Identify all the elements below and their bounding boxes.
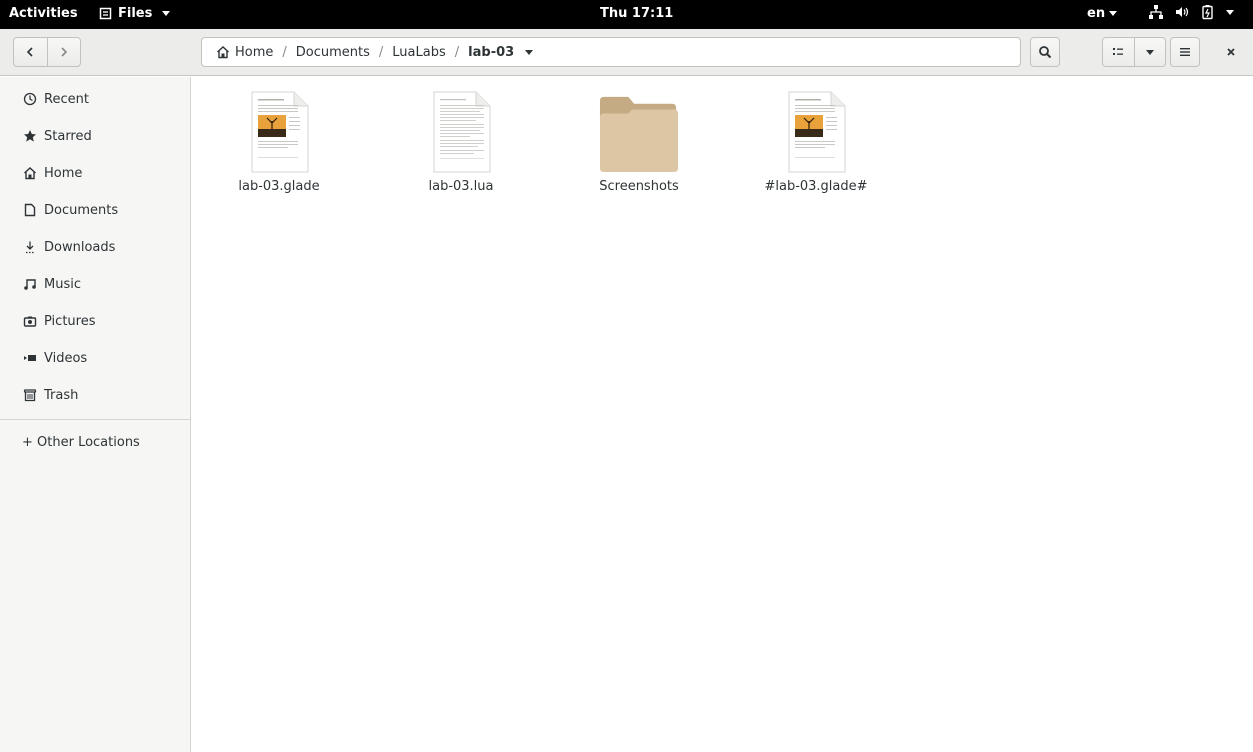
breadcrumb-lualabs[interactable]: LuaLabs <box>392 45 445 60</box>
chevron-down-icon <box>1226 9 1234 15</box>
breadcrumb-separator: / <box>282 44 287 60</box>
header-bar: Home / Documents / LuaLabs / lab-03 <box>0 29 1253 76</box>
file-name: Screenshots <box>599 179 679 194</box>
sidebar-item-starred[interactable]: Starred <box>0 119 190 153</box>
clock-icon <box>22 91 38 107</box>
chevron-left-icon <box>27 47 33 57</box>
sidebar-item-label: Trash <box>44 387 79 403</box>
sidebar-item-label: Documents <box>44 202 119 218</box>
sidebar-item-label: Starred <box>44 128 92 144</box>
view-dropdown-button[interactable] <box>1133 38 1166 66</box>
volume-icon <box>1176 7 1189 17</box>
document-thumbnail-icon <box>776 91 856 173</box>
forward-button[interactable] <box>46 38 81 66</box>
file-item[interactable]: lab-03.lua <box>401 91 521 194</box>
menu-button[interactable] <box>1170 37 1200 67</box>
file-item[interactable]: Screenshots <box>579 91 699 194</box>
sidebar-item-trash[interactable]: Trash <box>0 378 190 412</box>
file-view[interactable]: lab-03.glade lab-03.lua Screenshots #lab… <box>192 77 1253 752</box>
navigation-buttons <box>13 37 81 67</box>
search-button[interactable] <box>1030 37 1060 67</box>
breadcrumb-home[interactable]: Home <box>216 45 273 60</box>
back-button[interactable] <box>14 38 47 66</box>
path-bar[interactable]: Home / Documents / LuaLabs / lab-03 <box>201 37 1021 67</box>
search-icon <box>1039 46 1052 59</box>
sidebar-item-videos[interactable]: Videos <box>0 341 190 375</box>
sidebar: Recent Starred Home Documents Downloads … <box>0 77 191 752</box>
app-menu[interactable]: Files <box>99 6 171 21</box>
document-thumbnail-icon <box>239 91 319 173</box>
language-label: en <box>1087 6 1106 21</box>
list-view-button[interactable] <box>1103 38 1134 66</box>
activities-button[interactable]: Activities <box>9 6 78 21</box>
sidebar-item-label: Home <box>44 165 83 181</box>
sidebar-item-label: Videos <box>44 350 88 366</box>
chevron-down-icon <box>525 49 534 55</box>
home-icon <box>22 165 38 181</box>
breadcrumb-label: LuaLabs <box>392 44 446 60</box>
sidebar-item-home[interactable]: Home <box>0 156 190 190</box>
sidebar-item-documents[interactable]: Documents <box>0 193 190 227</box>
breadcrumb-current[interactable]: lab-03 <box>468 44 534 60</box>
close-icon <box>1227 48 1235 56</box>
sidebar-item-label: Music <box>44 276 81 292</box>
files-app-icon <box>99 7 112 20</box>
battery-icon <box>1202 5 1213 20</box>
file-item[interactable]: #lab-03.glade# <box>756 91 876 194</box>
document-icon <box>22 202 38 218</box>
camera-icon <box>22 313 38 329</box>
view-options <box>1102 37 1166 67</box>
folder-icon <box>599 91 679 173</box>
list-view-icon <box>1113 48 1124 55</box>
sidebar-item-label: Recent <box>44 91 89 107</box>
sidebar-item-recent[interactable]: Recent <box>0 82 190 116</box>
sidebar-item-pictures[interactable]: Pictures <box>0 304 190 338</box>
file-name: lab-03.glade <box>238 179 320 194</box>
download-icon <box>22 239 38 255</box>
sidebar-item-label: Pictures <box>44 313 96 329</box>
breadcrumb-label: lab-03 <box>468 44 515 60</box>
star-icon <box>22 128 38 144</box>
music-icon <box>22 276 38 292</box>
sidebar-divider <box>0 419 190 420</box>
video-icon <box>22 350 38 366</box>
sidebar-item-label: Downloads <box>44 239 116 255</box>
top-bar: Activities Files Thu 17:11 en <box>0 0 1253 29</box>
breadcrumb-label: Documents <box>295 44 370 60</box>
breadcrumb-separator: / <box>378 44 384 60</box>
sidebar-item-downloads[interactable]: Downloads <box>0 230 190 264</box>
chevron-right-icon <box>61 47 67 57</box>
breadcrumb-label: Home <box>235 44 274 60</box>
language-indicator[interactable]: en <box>1087 6 1118 21</box>
trash-icon <box>22 387 38 403</box>
file-name: #lab-03.glade# <box>764 179 868 194</box>
breadcrumb-documents[interactable]: Documents <box>296 45 370 60</box>
network-icon <box>1149 5 1163 19</box>
home-icon <box>217 46 229 59</box>
sidebar-item-other-locations[interactable]: + Other Locations <box>0 425 190 459</box>
breadcrumb-separator: / <box>454 44 460 60</box>
close-button[interactable] <box>1216 37 1246 67</box>
sidebar-item-label: + Other Locations <box>22 434 140 450</box>
system-tray[interactable] <box>1148 4 1234 20</box>
chevron-down-icon <box>162 11 171 16</box>
chevron-down-icon <box>1109 11 1118 16</box>
file-item[interactable]: lab-03.glade <box>219 91 339 194</box>
hamburger-icon <box>1180 48 1190 56</box>
app-menu-label: Files <box>118 6 153 21</box>
sidebar-item-music[interactable]: Music <box>0 267 190 301</box>
clock[interactable]: Thu 17:11 <box>600 6 673 21</box>
file-name: lab-03.lua <box>428 179 494 194</box>
chevron-down-icon <box>1145 49 1154 55</box>
text-document-icon <box>421 91 501 173</box>
